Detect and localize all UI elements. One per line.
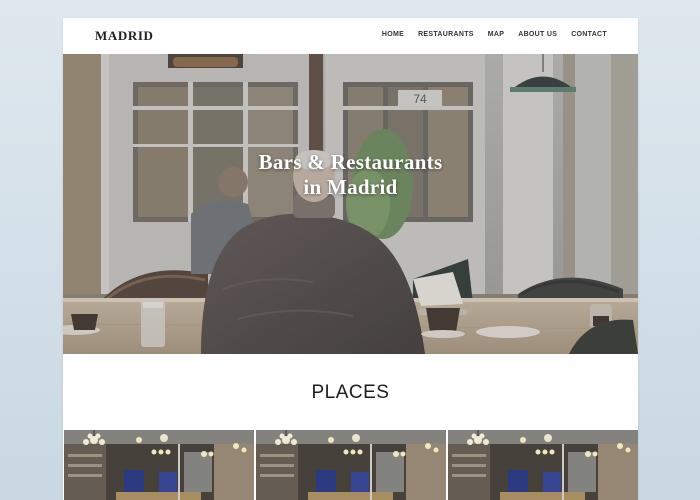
place-card-3[interactable] [448, 430, 638, 500]
places-heading: PLACES [311, 382, 390, 403]
main-nav: HOME RESTAURANTS MAP ABOUT US CONTACT [382, 31, 607, 38]
place-photo [64, 430, 254, 500]
site-logo[interactable]: MADRID [95, 28, 153, 44]
page: MADRID HOME RESTAURANTS MAP ABOUT US CON… [63, 18, 638, 500]
places-gallery [63, 430, 638, 500]
nav-map[interactable]: MAP [488, 31, 504, 38]
nav-home[interactable]: HOME [382, 31, 404, 38]
place-photo [256, 430, 446, 500]
nav-about-us[interactable]: ABOUT US [518, 31, 557, 38]
hero-cafe-photo: 74 [63, 54, 638, 354]
nav-restaurants[interactable]: RESTAURANTS [418, 31, 474, 38]
hero-title-line-1: Bars & Restaurants [258, 150, 443, 174]
place-photo [448, 430, 638, 500]
place-card-2[interactable] [256, 430, 446, 500]
hero-title: Bars & Restaurants in Madrid [63, 150, 638, 200]
nav-contact[interactable]: CONTACT [571, 31, 607, 38]
site-header: MADRID HOME RESTAURANTS MAP ABOUT US CON… [63, 18, 638, 54]
place-card-1[interactable] [64, 430, 254, 500]
hero-title-line-2: in Madrid [303, 175, 398, 199]
hero-banner: 74 Bars & Restaurants in Madrid [63, 54, 638, 354]
